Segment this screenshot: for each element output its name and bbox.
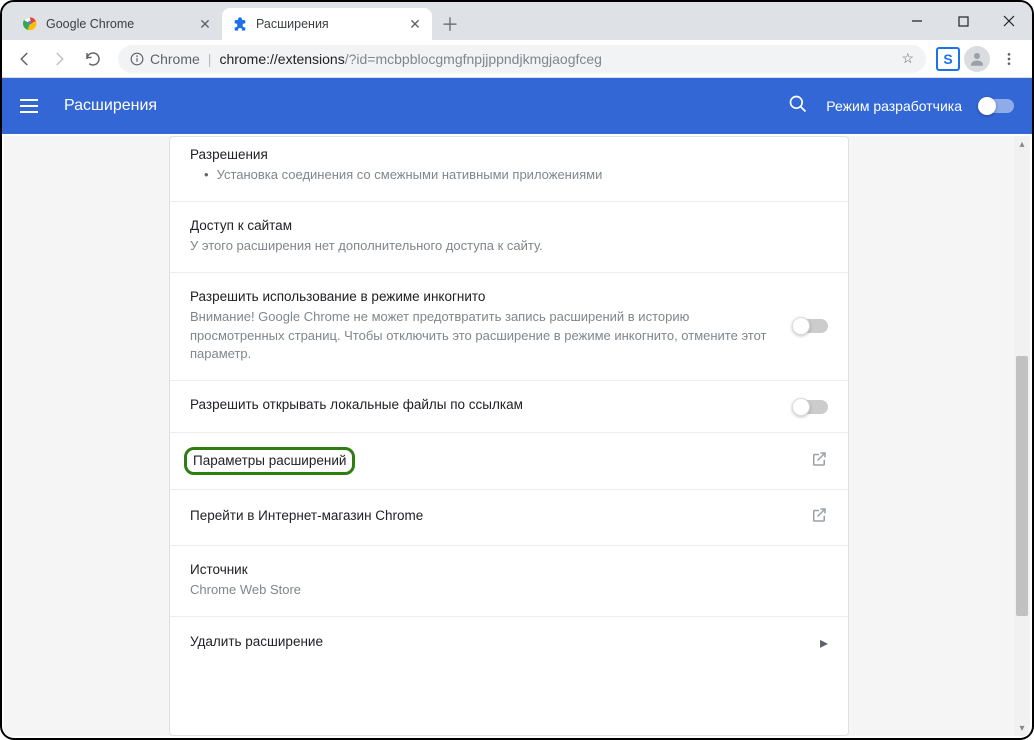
scheme-label: Chrome (150, 51, 200, 67)
row-label: Параметры расширений (193, 453, 346, 468)
window-controls (894, 2, 1032, 40)
scroll-down-button[interactable]: ▾ (1014, 720, 1030, 736)
address-bar[interactable]: Chrome | chrome://extensions/?id=mcbpblo… (118, 45, 926, 73)
remove-extension-row[interactable]: Удалить расширение ▸ (170, 616, 848, 669)
vertical-scrollbar[interactable]: ▴ ▾ (1014, 136, 1030, 736)
row-label: Перейти в Интернет-магазин Chrome (190, 508, 423, 523)
incognito-section: Разрешить использование в режиме инкогни… (170, 272, 848, 381)
profile-avatar-button[interactable] (964, 46, 990, 72)
section-heading: Доступ к сайтам (190, 218, 828, 233)
url-text: chrome://extensions/?id=mcbpblocgmgfnpjj… (219, 51, 602, 67)
tab-close-icon[interactable]: ✕ (408, 17, 422, 31)
permission-item: Установка соединения со смежными нативны… (190, 166, 828, 185)
menu-icon[interactable] (20, 94, 44, 118)
browser-toolbar: Chrome | chrome://extensions/?id=mcbpblo… (2, 40, 1032, 78)
scroll-up-button[interactable]: ▴ (1014, 136, 1030, 152)
webstore-row[interactable]: Перейти в Интернет-магазин Chrome (170, 489, 848, 545)
incognito-toggle[interactable] (794, 319, 828, 333)
extension-options-row[interactable]: Параметры расширений (170, 432, 848, 489)
dev-mode-toggle[interactable] (980, 99, 1014, 113)
content-area: Разрешения Установка соединения со смежн… (4, 136, 1014, 736)
file-urls-toggle[interactable] (794, 400, 828, 414)
tab-close-icon[interactable]: ✕ (198, 17, 212, 31)
chrome-menu-button[interactable] (994, 44, 1024, 74)
dev-mode-label: Режим разработчика (826, 98, 962, 114)
source-section: Источник Chrome Web Store (170, 545, 848, 616)
permissions-section: Разрешения Установка соединения со смежн… (170, 137, 848, 201)
source-value: Chrome Web Store (190, 581, 828, 600)
site-access-section: Доступ к сайтам У этого расширения нет д… (170, 201, 848, 272)
nav-forward-button[interactable] (44, 44, 74, 74)
section-heading: Разрешить использование в режиме инкогни… (190, 289, 778, 304)
section-heading: Источник (190, 562, 828, 577)
site-info-icon[interactable]: Chrome (130, 51, 200, 67)
scroll-thumb[interactable] (1016, 356, 1028, 616)
extensions-app-bar: Расширения Режим разработчика (2, 78, 1032, 134)
section-description: У этого расширения нет дополнительного д… (190, 237, 828, 256)
window-close-button[interactable] (986, 2, 1032, 40)
extension-favicon (232, 16, 248, 32)
extension-detail-card: Разрешения Установка соединения со смежн… (169, 136, 849, 736)
browser-tab-active[interactable]: Расширения ✕ (222, 8, 432, 40)
row-label: Удалить расширение (190, 634, 323, 649)
nav-back-button[interactable] (10, 44, 40, 74)
open-external-icon (810, 506, 828, 529)
tab-title: Расширения (256, 17, 400, 31)
chevron-right-icon: ▸ (820, 633, 828, 653)
window-minimize-button[interactable] (894, 2, 940, 40)
new-tab-button[interactable]: ＋ (436, 10, 464, 38)
file-urls-section: Разрешить открывать локальные файлы по с… (170, 380, 848, 432)
search-icon[interactable] (788, 94, 808, 119)
chrome-favicon (22, 16, 38, 32)
page-title: Расширения (64, 97, 157, 115)
tab-strip: Google Chrome ✕ Расширения ✕ ＋ (2, 2, 1032, 40)
section-heading: Разрешения (190, 147, 828, 162)
section-heading: Разрешить открывать локальные файлы по с… (190, 397, 778, 412)
section-description: Внимание! Google Chrome не может предотв… (190, 308, 778, 365)
extension-toolbar-icon[interactable]: S (936, 47, 960, 71)
browser-tab[interactable]: Google Chrome ✕ (12, 8, 222, 40)
bookmark-star-icon[interactable]: ☆ (901, 50, 914, 67)
tab-title: Google Chrome (46, 17, 190, 31)
open-external-icon (810, 450, 828, 473)
window-maximize-button[interactable] (940, 2, 986, 40)
nav-reload-button[interactable] (78, 44, 108, 74)
